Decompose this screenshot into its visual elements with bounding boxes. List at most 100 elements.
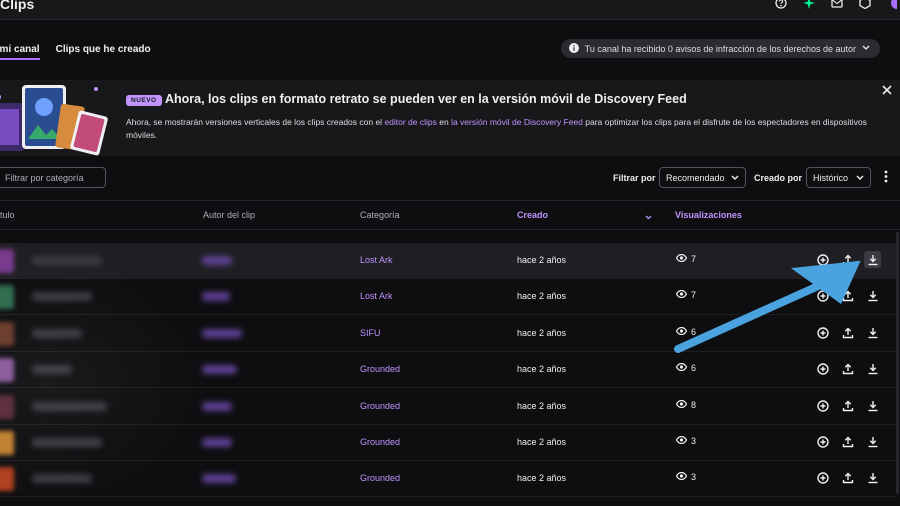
clip-author-blurred[interactable]	[202, 401, 232, 411]
eye-icon	[675, 326, 688, 337]
share-icon[interactable]	[841, 435, 854, 449]
clip-author-blurred[interactable]	[202, 474, 236, 484]
add-circle-icon[interactable]	[816, 326, 829, 340]
eye-icon	[675, 435, 688, 446]
add-circle-icon[interactable]	[816, 253, 829, 267]
download-icon[interactable]	[866, 399, 879, 413]
share-icon[interactable]	[841, 253, 854, 267]
clip-thumbnail[interactable]	[0, 394, 14, 419]
clip-category-link[interactable]: Grounded	[360, 401, 400, 411]
clip-views: 7	[675, 253, 696, 264]
tab-my-channel[interactable]: De mi canal	[0, 38, 40, 62]
add-circle-icon[interactable]	[816, 362, 829, 376]
top-bar: Clips	[0, 0, 900, 20]
clip-category-link[interactable]: Grounded	[360, 437, 400, 447]
eye-icon	[675, 363, 688, 373]
column-category[interactable]: Categoría	[360, 210, 400, 220]
column-author[interactable]: Autor del clip	[203, 210, 255, 220]
table-row[interactable]: Grounded hace 2 años 6	[0, 352, 896, 389]
add-circle-icon[interactable]	[816, 435, 829, 449]
banner-title: Ahora, los clips en formato retrato se p…	[165, 92, 687, 106]
row-actions	[816, 251, 881, 268]
clip-thumbnail[interactable]	[0, 321, 14, 346]
clip-category-link[interactable]: Lost Ark	[360, 255, 393, 265]
clip-views: 7	[675, 290, 696, 300]
clip-category-link[interactable]: Grounded	[360, 364, 400, 374]
mail-icon[interactable]	[830, 0, 844, 10]
row-actions	[816, 399, 879, 413]
row-actions	[816, 362, 879, 376]
banner-illustration	[0, 85, 108, 156]
clip-category-link[interactable]: Grounded	[360, 473, 400, 483]
clip-title-blurred	[32, 401, 107, 411]
clip-title-blurred	[32, 474, 92, 484]
clip-views: 3	[675, 435, 696, 446]
clip-thumbnail[interactable]	[0, 285, 14, 310]
add-circle-icon[interactable]	[816, 289, 829, 303]
share-icon[interactable]	[841, 326, 854, 340]
column-created[interactable]: Creado	[517, 210, 548, 220]
clip-author-blurred[interactable]	[202, 292, 230, 302]
clip-thumbnail[interactable]	[0, 249, 14, 273]
tab-clips-i-created[interactable]: Clips que he creado	[56, 38, 151, 62]
add-circle-icon[interactable]	[816, 471, 829, 485]
gem-icon[interactable]	[802, 0, 816, 10]
clip-thumbnail[interactable]	[0, 358, 14, 383]
clip-views: 6	[675, 363, 696, 373]
created-by-label: Creado por	[754, 173, 803, 183]
clip-created: hace 2 años	[517, 437, 567, 447]
download-icon[interactable]	[866, 362, 879, 376]
filter-by-dropdown[interactable]: Recomendado	[659, 167, 746, 188]
download-icon[interactable]	[866, 435, 879, 449]
add-circle-icon[interactable]	[816, 399, 829, 413]
table-row[interactable]: Grounded hace 2 años 3	[0, 425, 896, 461]
views-count: 6	[691, 326, 697, 337]
clip-thumbnail[interactable]	[0, 467, 14, 492]
clip-category-link[interactable]: Lost Ark	[360, 291, 393, 301]
clip-author-blurred[interactable]	[202, 365, 237, 375]
download-icon[interactable]	[866, 289, 879, 303]
category-filter-input[interactable]: Filtrar por categoría	[0, 167, 106, 188]
clip-author-blurred[interactable]	[202, 328, 242, 338]
download-icon[interactable]	[866, 326, 879, 340]
eye-icon	[675, 399, 688, 410]
clip-created: hace 2 años	[517, 400, 567, 411]
views-count: 8	[691, 399, 697, 410]
column-title[interactable]: Título	[0, 210, 15, 220]
table-row[interactable]: Grounded hace 2 años 3	[0, 461, 896, 498]
chevron-down-icon	[856, 173, 864, 183]
help-icon[interactable]	[774, 0, 788, 10]
table-row[interactable]: Lost Ark hace 2 años 7	[0, 279, 896, 316]
clip-title-blurred	[32, 292, 92, 302]
download-icon[interactable]	[864, 251, 881, 268]
column-views[interactable]: Visualizaciones	[675, 210, 742, 220]
clip-category-link[interactable]: SIFU	[360, 328, 381, 338]
table-row[interactable]: Lost Ark hace 2 años 7	[0, 243, 896, 279]
chevron-down-icon	[731, 173, 739, 183]
table-row[interactable]: Grounded hace 2 años 8	[0, 389, 896, 425]
table-row[interactable]: SIFU hace 2 años 6	[0, 316, 896, 352]
more-options-icon[interactable]	[884, 170, 888, 186]
share-icon[interactable]	[841, 471, 854, 485]
new-badge: NUEVO	[126, 95, 162, 106]
settings-icon[interactable]	[858, 0, 872, 10]
clip-thumbnail[interactable]	[0, 431, 14, 455]
clip-created: hace 2 años	[517, 473, 567, 484]
clip-editor-link[interactable]: editor de clips	[384, 117, 436, 127]
tab-label: Clips que he creado	[55, 44, 151, 55]
profile-avatar[interactable]	[886, 0, 900, 10]
banner-text-part: Ahora, se mostrarán versiones verticales…	[126, 117, 385, 127]
download-icon[interactable]	[866, 471, 879, 485]
copyright-strike-notice[interactable]: Tu canal ha recibido 0 avisos de infracc…	[560, 39, 880, 58]
created-by-dropdown[interactable]: Histórico	[806, 167, 871, 188]
discovery-feed-link[interactable]: la versión móvil de Discovery Feed	[451, 117, 583, 127]
clip-author-blurred[interactable]	[202, 256, 232, 265]
sort-chevron-icon[interactable]	[645, 212, 652, 222]
share-icon[interactable]	[841, 289, 854, 303]
share-icon[interactable]	[841, 362, 854, 376]
clip-author-blurred[interactable]	[202, 438, 232, 447]
scrollbar[interactable]	[896, 232, 899, 494]
close-icon[interactable]	[882, 82, 892, 98]
clip-views: 6	[675, 326, 697, 337]
share-icon[interactable]	[841, 399, 854, 413]
